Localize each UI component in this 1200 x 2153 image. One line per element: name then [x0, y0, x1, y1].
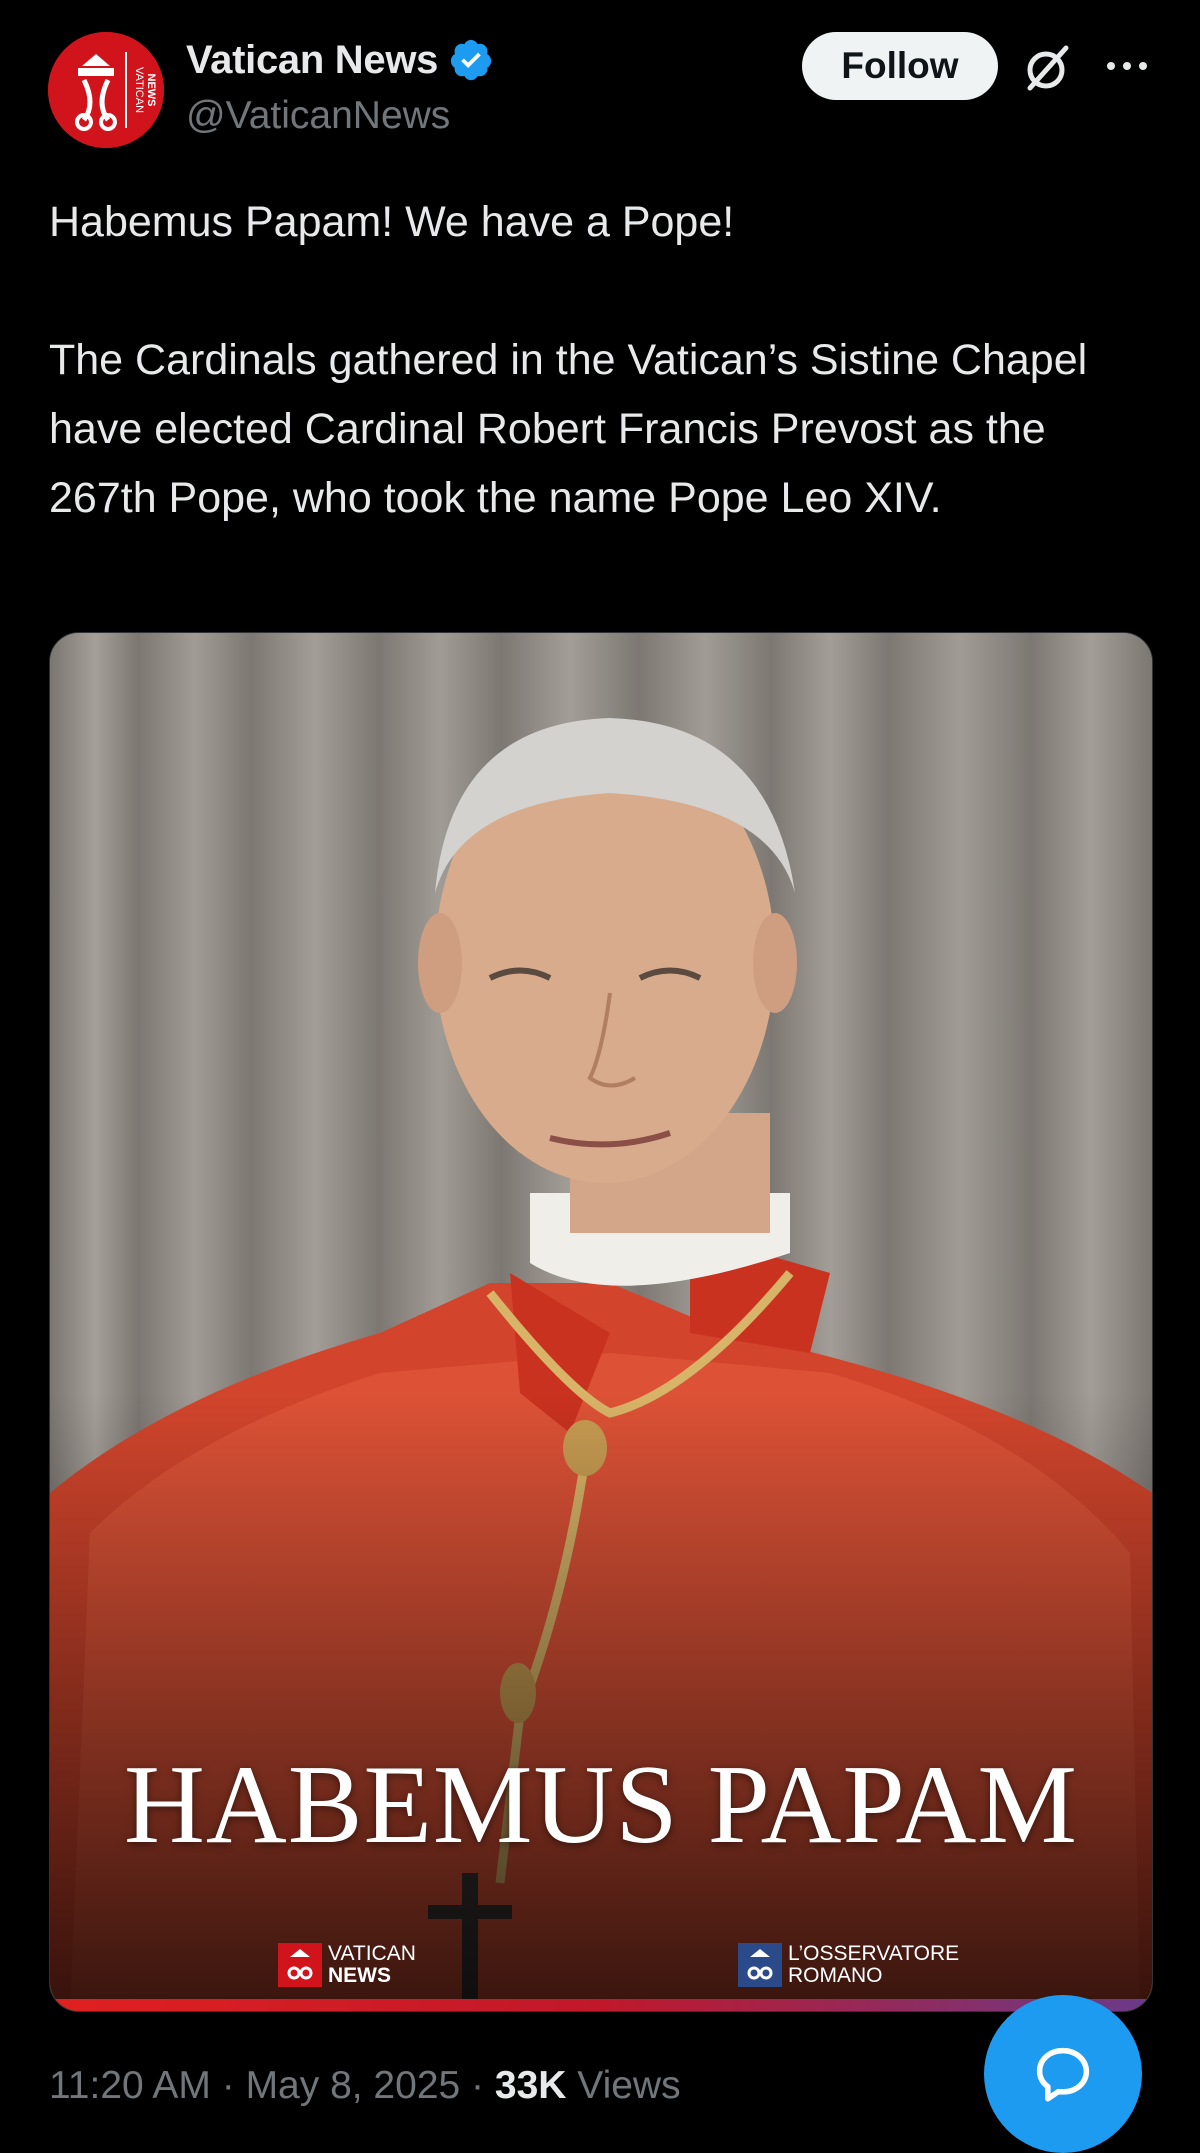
reply-compose-button[interactable]	[984, 1995, 1142, 2153]
tweet-date[interactable]: May 8, 2025	[246, 2064, 461, 2107]
tweet-meta: 11:20 AM · May 8, 2025 · 33K Views	[49, 2064, 681, 2108]
name-row: Vatican News	[186, 34, 494, 86]
vatican-news-icon	[278, 1943, 322, 1987]
handle[interactable]: @VaticanNews	[186, 94, 450, 138]
image-bottom-bar	[50, 1999, 1152, 2011]
tweet-image[interactable]: HABEMUS PAPAM VATICAN NEWS L’OSSERVATORE…	[49, 632, 1153, 2012]
verified-badge-icon	[450, 39, 492, 81]
osservatore-romano-icon	[738, 1943, 782, 1987]
image-headline: HABEMUS PAPAM	[123, 1743, 1078, 1867]
more-options-icon[interactable]	[1104, 56, 1150, 76]
avatar[interactable]: VATICAN NEWS	[48, 32, 164, 148]
svg-text:NEWS: NEWS	[145, 74, 157, 107]
tweet-time[interactable]: 11:20 AM	[49, 2064, 211, 2107]
tweet-header: VATICAN NEWS Vatican News @VaticanNews F…	[0, 0, 1200, 170]
views-label: Views	[566, 2064, 681, 2107]
display-name[interactable]: Vatican News	[186, 38, 438, 83]
tweet-line-2: The Cardinals gathered in the Vatican’s …	[49, 336, 1088, 522]
separator: ·	[210, 2064, 246, 2107]
views-count[interactable]: 33K	[495, 2064, 567, 2107]
vatican-news-logo-icon: VATICAN NEWS	[48, 32, 164, 148]
logo-left-line2: NEWS	[328, 1964, 391, 1987]
vatican-news-logo: VATICAN NEWS	[278, 1941, 416, 1989]
logo-right-line1: L’OSSERVATORE	[788, 1942, 960, 1965]
grok-icon[interactable]	[1020, 40, 1076, 96]
svg-text:VATICAN: VATICAN	[133, 67, 145, 113]
follow-button[interactable]: Follow	[802, 32, 998, 100]
logo-right-line2: ROMANO	[788, 1964, 883, 1987]
osservatore-romano-logo: L’OSSERVATORE ROMANO	[738, 1941, 959, 1989]
reply-compose-icon	[1036, 2047, 1090, 2102]
tweet-text: Habemus Papam! We have a Pope! The Cardi…	[49, 188, 1159, 533]
separator: ·	[460, 2064, 495, 2107]
logo-left-line1: VATICAN	[328, 1942, 416, 1965]
tweet-line-1: Habemus Papam! We have a Pope!	[49, 198, 735, 246]
